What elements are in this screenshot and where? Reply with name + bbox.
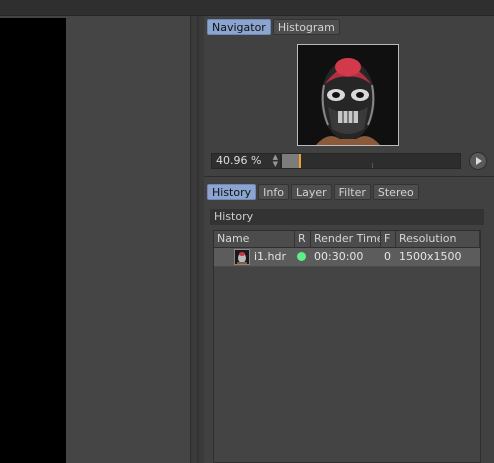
tab-navigator[interactable]: Navigator xyxy=(207,19,271,35)
history-item-status-cell xyxy=(295,248,311,266)
history-item-name: i1.hdr xyxy=(254,250,287,263)
play-icon xyxy=(476,157,482,165)
render-viewport[interactable] xyxy=(0,16,194,463)
history-item-name-cell: i1.hdr xyxy=(214,248,295,266)
history-table: Name R Render Time F Resolution i1.hdr 0… xyxy=(213,230,481,463)
history-item-render-time: 00:30:00 xyxy=(314,250,364,263)
tab-layer[interactable]: Layer xyxy=(290,184,332,200)
zoom-slider[interactable] xyxy=(281,153,461,169)
zoom-value-field[interactable]: 40.96 % ▲ ▼ xyxy=(211,153,281,169)
column-header-f[interactable]: F xyxy=(381,231,396,247)
history-section-title: History xyxy=(210,209,484,225)
navigator-section: Navigator Histogram 40.96 % ▲ ▼ xyxy=(204,16,494,177)
navigator-tabbar: Navigator Histogram xyxy=(207,19,340,35)
column-header-render-time[interactable]: Render Time xyxy=(311,231,381,247)
splitter-grip xyxy=(197,16,199,463)
tab-histogram[interactable]: Histogram xyxy=(272,19,340,35)
play-button[interactable] xyxy=(469,152,487,170)
history-tabbar: History Info Layer Filter Stereo xyxy=(207,184,419,200)
zoom-slider-fill xyxy=(282,154,300,168)
render-thumbnail-icon xyxy=(234,249,250,265)
history-item-frame: 0 xyxy=(384,250,391,263)
navigator-preview-image[interactable] xyxy=(297,44,399,146)
column-header-name[interactable]: Name xyxy=(214,231,295,247)
top-toolbar-strip xyxy=(0,0,494,16)
mask-render-thumbnail xyxy=(298,45,398,145)
right-panel: Navigator Histogram 40.96 % ▲ ▼ History … xyxy=(204,16,494,463)
zoom-stepper-icon[interactable]: ▲ ▼ xyxy=(273,154,278,168)
zoom-slider-handle[interactable] xyxy=(298,154,301,168)
render-status-indicator xyxy=(297,252,306,261)
column-header-r[interactable]: R xyxy=(295,231,311,247)
history-item-resolution: 1500x1500 xyxy=(399,250,462,263)
tab-info[interactable]: Info xyxy=(258,184,289,200)
column-header-resolution[interactable]: Resolution xyxy=(396,231,480,247)
tab-stereo[interactable]: Stereo xyxy=(372,184,419,200)
zoom-slider-tick xyxy=(372,163,373,168)
render-canvas xyxy=(0,18,66,463)
table-row[interactable]: i1.hdr 00:30:00 0 1500x1500 xyxy=(214,248,480,267)
tab-history[interactable]: History xyxy=(207,184,257,200)
history-table-header: Name R Render Time F Resolution xyxy=(214,231,480,248)
zoom-value-text: 40.96 % xyxy=(216,154,262,167)
tab-filter[interactable]: Filter xyxy=(333,184,371,200)
